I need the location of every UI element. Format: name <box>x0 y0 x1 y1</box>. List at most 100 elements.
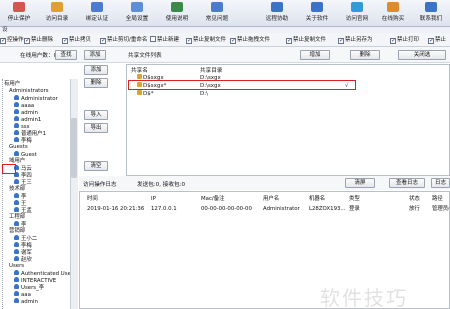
tree-item[interactable]: aaaa <box>14 102 34 109</box>
tree-item[interactable]: 谢军 <box>14 249 32 256</box>
option-no-drag-file[interactable]: ✓禁止拖拽文件 <box>230 36 270 45</box>
tree-item[interactable]: 技术部 <box>9 186 25 193</box>
tree-item[interactable]: 王孟 <box>14 207 32 214</box>
checkbox[interactable]: ✓ <box>186 38 192 44</box>
online-users-count: 在线用户数：0 <box>20 53 58 59</box>
option-no-save-as[interactable]: ✓禁止另存为 <box>338 36 373 45</box>
search-button[interactable]: 查找 <box>55 50 77 60</box>
user-icon <box>14 221 19 226</box>
tree-item[interactable]: 王小二 <box>14 235 37 242</box>
tree-item[interactable]: Authenticated Users <box>14 270 76 277</box>
checkbox[interactable]: ✓ <box>428 38 434 44</box>
tree-item[interactable]: 李 <box>14 221 26 228</box>
option-no-other[interactable]: ✓禁止 <box>428 36 446 45</box>
checkbox[interactable]: ✓ <box>286 38 292 44</box>
tree-item[interactable]: 有用户 <box>4 81 20 88</box>
checkbox[interactable]: ✓ <box>390 38 396 44</box>
tree-item[interactable]: Administrator <box>14 95 58 102</box>
tree-item[interactable]: 王 <box>14 200 26 207</box>
drive-icon <box>137 90 142 95</box>
log-header-ip: IP <box>151 196 156 202</box>
tree-item[interactable]: Users <box>9 263 24 270</box>
tree-item[interactable]: Guest <box>14 151 37 158</box>
option-no-copy[interactable]: ✓禁止拷贝 <box>62 36 91 45</box>
global-settings-button[interactable]: 全局设置 <box>118 0 156 26</box>
user-icon <box>14 270 19 275</box>
checkbox[interactable]: ✓ <box>230 38 236 44</box>
tree-item[interactable]: admin1 <box>14 116 41 123</box>
table-row[interactable]: 2019-01-16 20:21:36 127.0.0.1 00-00-00-0… <box>80 205 449 213</box>
faq-button[interactable]: 常见问题 <box>198 0 236 26</box>
log-header-state: 状态 <box>409 196 420 202</box>
user-icon <box>14 200 19 205</box>
clear-log-button[interactable]: 清屏 <box>345 178 375 188</box>
tree-item[interactable]: admin <box>14 109 38 116</box>
folder-icon <box>51 2 63 12</box>
checkbox[interactable]: ✓ <box>24 38 30 44</box>
contact-button[interactable]: 联系我们 <box>412 0 450 26</box>
tree-item[interactable]: 赵欣 <box>14 256 32 263</box>
view-log-button[interactable]: 查看日志 <box>389 178 425 188</box>
book-icon <box>171 2 183 12</box>
tree-item[interactable]: 工程部 <box>9 214 25 221</box>
tree-item[interactable]: Administrators <box>9 88 49 95</box>
tree-item[interactable]: sss <box>14 123 29 130</box>
tree-scrollbar[interactable] <box>70 79 78 309</box>
export-button[interactable]: 导出 <box>84 123 108 133</box>
tree-item[interactable]: 王三 <box>14 179 32 186</box>
tree-item[interactable]: Guests <box>9 144 28 151</box>
checkbox[interactable]: ✓ <box>338 38 344 44</box>
checkbox[interactable]: ✓ <box>62 38 68 44</box>
add-button[interactable]: 添加 <box>84 65 108 75</box>
tree-item[interactable]: INTERACTIVE <box>14 277 56 284</box>
remote-assist-button[interactable]: 远程协助 <box>258 0 296 26</box>
tree-item[interactable]: 李四 <box>14 172 32 179</box>
user-icon <box>14 291 19 296</box>
contact-icon <box>425 2 437 12</box>
user-icon <box>14 235 19 240</box>
option-no-cut-rename[interactable]: ✓禁止剪切/重命名 <box>100 36 147 45</box>
checkbox[interactable] <box>150 36 156 42</box>
tree-item[interactable]: Users_李 <box>14 284 44 291</box>
about-button[interactable]: 关于软件 <box>298 0 336 26</box>
buy-online-button[interactable]: 在线购买 <box>374 0 412 26</box>
stop-protect-button[interactable]: 停止保护 <box>0 0 38 26</box>
manual-button[interactable]: 使用说明 <box>158 0 196 26</box>
tree-item[interactable]: aaa <box>14 291 31 298</box>
add-share-button[interactable]: 增加 <box>300 50 330 60</box>
checkbox[interactable]: ✓ <box>100 38 106 44</box>
log-button[interactable]: 日志 <box>431 178 450 188</box>
user-icon <box>14 207 19 212</box>
tree-item[interactable]: admin <box>14 298 38 305</box>
import-button[interactable]: 导入 <box>84 110 108 120</box>
add-user-button[interactable]: 添加 <box>84 50 106 60</box>
toolbar: 停止保护 访问目录 绑定认证 全局设置 使用说明 常见问题 远程协助 关于软件 … <box>0 0 450 27</box>
option-no-delete[interactable]: ✓禁止删除 <box>24 36 53 45</box>
website-button[interactable]: 访问官网 <box>338 0 376 26</box>
tree-item[interactable]: 普通用户1 <box>14 130 46 137</box>
info-icon <box>311 2 323 12</box>
tree-item[interactable]: 李梅 <box>14 137 32 144</box>
access-directory-button[interactable]: 访问目录 <box>38 0 76 26</box>
user-icon <box>14 116 19 121</box>
tree-item[interactable]: 李梅 <box>14 242 32 249</box>
checkbox[interactable]: ✓ <box>0 38 6 44</box>
option-no-copy-file-2[interactable]: ✓禁止复制文件 <box>286 36 326 45</box>
option-no-copy-file[interactable]: ✓禁止复制文件 <box>186 36 226 45</box>
option-no-new[interactable]: 禁止新建 <box>150 36 179 45</box>
option-no-print[interactable]: ✓禁止打印 <box>390 36 419 45</box>
tree-item[interactable]: 李 <box>14 193 26 200</box>
option-monitor[interactable]: ✓控操作 <box>0 36 24 45</box>
clear-button[interactable]: 清空 <box>84 161 108 171</box>
user-icon <box>14 102 19 107</box>
close-share-button[interactable]: 关闭选 <box>398 50 446 60</box>
tree-item[interactable]: 营销部 <box>9 228 25 235</box>
delete-share-button[interactable]: 删除 <box>350 50 380 60</box>
share-row[interactable]: D$* D:\ <box>127 90 450 98</box>
tree-scroll-thumb[interactable] <box>71 118 77 178</box>
delete-button[interactable]: 删除 <box>84 78 108 88</box>
tree-item[interactable]: 马云 <box>14 165 32 172</box>
highlight-box <box>2 164 16 174</box>
bind-auth-button[interactable]: 绑定认证 <box>78 0 116 26</box>
user-icon <box>14 242 19 247</box>
